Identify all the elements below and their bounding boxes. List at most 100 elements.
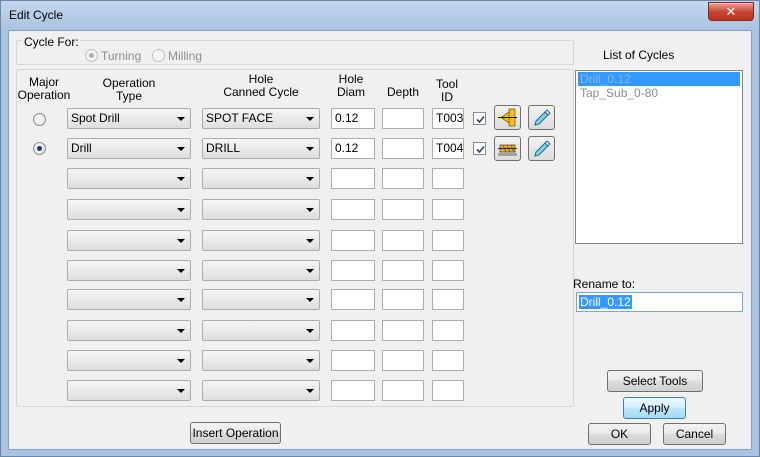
turning-radio[interactable] — [85, 49, 98, 62]
depth-input-7[interactable] — [382, 289, 424, 310]
canned-cycle-combo-9[interactable] — [202, 350, 320, 371]
cycle-list-item-drill[interactable]: Drill_0.12 — [578, 72, 740, 86]
milling-radio[interactable] — [152, 49, 165, 62]
depth-input-9[interactable] — [382, 350, 424, 371]
dialog-client-area: Cycle For: Turning Milling Major Operati… — [8, 30, 752, 450]
depth-input-6[interactable] — [382, 260, 424, 281]
tool-checkbox-1[interactable] — [473, 112, 486, 125]
operation-type-combo-4[interactable] — [67, 199, 191, 220]
hole-diam-input-1[interactable]: 0.12 — [331, 108, 375, 129]
canned-cycle-combo-10[interactable] — [202, 380, 320, 401]
list-of-cycles-listbox[interactable]: Drill_0.12 Tap_Sub_0-80 — [575, 70, 743, 244]
depth-input-10[interactable] — [382, 380, 424, 401]
chevron-down-icon — [177, 177, 185, 181]
canned-cycle-combo-2[interactable]: DRILL — [202, 138, 320, 159]
canned-cycle-combo-6[interactable] — [202, 260, 320, 281]
chevron-down-icon — [306, 359, 314, 363]
canned-cycle-combo-4[interactable] — [202, 199, 320, 220]
edit-tool-button-2[interactable] — [528, 136, 555, 161]
tool-id-input-7[interactable] — [432, 289, 464, 310]
operation-type-combo-2[interactable]: Drill — [67, 138, 191, 159]
cancel-button[interactable]: Cancel — [663, 423, 726, 445]
depth-input-3[interactable] — [382, 168, 424, 189]
depth-input-2[interactable] — [382, 138, 424, 159]
cycle-list-item-tap-sub[interactable]: Tap_Sub_0-80 — [578, 86, 740, 100]
tool-id-input-3[interactable] — [432, 168, 464, 189]
hole-diam-input-3[interactable] — [331, 168, 375, 189]
chevron-down-icon — [306, 389, 314, 393]
header-hole-canned-cycle: Hole Canned Cycle — [223, 72, 299, 99]
tool-id-input-5[interactable] — [432, 230, 464, 251]
chevron-down-icon — [177, 389, 185, 393]
operation-type-combo-5[interactable] — [67, 230, 191, 251]
apply-button[interactable]: Apply — [623, 397, 686, 419]
chevron-down-icon — [306, 147, 314, 151]
spot-drill-tool-button[interactable] — [494, 105, 521, 130]
close-button[interactable]: ✕ — [708, 2, 754, 21]
hole-diam-input-7[interactable] — [331, 289, 375, 310]
depth-input-5[interactable] — [382, 230, 424, 251]
chevron-down-icon — [177, 298, 185, 302]
tool-id-input-9[interactable] — [432, 350, 464, 371]
edit-tool-button-1[interactable] — [528, 105, 555, 130]
hole-diam-input-5[interactable] — [331, 230, 375, 251]
milling-label: Milling — [168, 49, 203, 63]
rename-input[interactable]: Drill_0.12 — [576, 292, 743, 312]
hole-diam-input-2[interactable]: 0.12 — [331, 138, 375, 159]
chevron-down-icon — [177, 359, 185, 363]
tool-id-input-8[interactable] — [432, 320, 464, 341]
hole-diam-input-10[interactable] — [331, 380, 375, 401]
header-hole-diam: Hole Diam — [336, 72, 365, 99]
hole-diam-input-9[interactable] — [331, 350, 375, 371]
turning-label: Turning — [101, 49, 142, 63]
tool-id-input-4[interactable] — [432, 199, 464, 220]
operation-type-combo-3[interactable] — [67, 168, 191, 189]
canned-cycle-combo-5[interactable] — [202, 230, 320, 251]
hole-diam-input-6[interactable] — [331, 260, 375, 281]
tool-id-input-6[interactable] — [432, 260, 464, 281]
chevron-down-icon — [306, 269, 314, 273]
select-tools-button[interactable]: Select Tools — [607, 370, 703, 392]
pencil-icon — [534, 140, 551, 157]
tool-checkbox-2[interactable] — [473, 142, 486, 155]
chevron-down-icon — [177, 239, 185, 243]
canned-cycle-combo-7[interactable] — [202, 289, 320, 310]
drill-tool-button[interactable] — [494, 136, 521, 161]
title-bar[interactable]: Edit Cycle ✕ — [1, 1, 759, 30]
pencil-icon — [534, 109, 551, 126]
depth-input-1[interactable] — [382, 108, 424, 129]
depth-input-8[interactable] — [382, 320, 424, 341]
list-of-cycles-label: List of Cycles — [603, 48, 675, 62]
operation-type-combo-10[interactable] — [67, 380, 191, 401]
chevron-down-icon — [306, 298, 314, 302]
canned-cycle-combo-8[interactable] — [202, 320, 320, 341]
operation-type-combo-1[interactable]: Spot Drill — [67, 108, 191, 129]
operation-type-combo-6[interactable] — [67, 260, 191, 281]
window-title: Edit Cycle — [9, 8, 64, 22]
major-operation-radio-2[interactable] — [33, 142, 46, 155]
tool-id-input-10[interactable] — [432, 380, 464, 401]
operation-type-combo-8[interactable] — [67, 320, 191, 341]
rename-input-value: Drill_0.12 — [579, 295, 632, 309]
rename-to-label: Rename to: — [573, 277, 636, 291]
canned-cycle-combo-1[interactable]: SPOT FACE — [202, 108, 320, 129]
hole-diam-input-4[interactable] — [331, 199, 375, 220]
depth-input-4[interactable] — [382, 199, 424, 220]
chevron-down-icon — [177, 147, 185, 151]
hole-diam-input-8[interactable] — [331, 320, 375, 341]
header-tool-id: Tool ID — [435, 77, 458, 104]
edit-cycle-window: Edit Cycle ✕ Cycle For: Turning Milling … — [0, 0, 760, 457]
ok-button[interactable]: OK — [588, 423, 651, 445]
chevron-down-icon — [177, 117, 185, 121]
operation-type-combo-7[interactable] — [67, 289, 191, 310]
tool-id-input-1[interactable]: T003 — [432, 108, 464, 129]
chevron-down-icon — [306, 329, 314, 333]
chevron-down-icon — [306, 208, 314, 212]
chevron-down-icon — [306, 117, 314, 121]
major-operation-radio-1[interactable] — [33, 113, 46, 126]
tool-id-input-2[interactable]: T004 — [432, 138, 464, 159]
operation-type-combo-9[interactable] — [67, 350, 191, 371]
cycle-for-group — [16, 40, 574, 65]
insert-operation-button[interactable]: Insert Operation — [190, 422, 281, 444]
canned-cycle-combo-3[interactable] — [202, 168, 320, 189]
